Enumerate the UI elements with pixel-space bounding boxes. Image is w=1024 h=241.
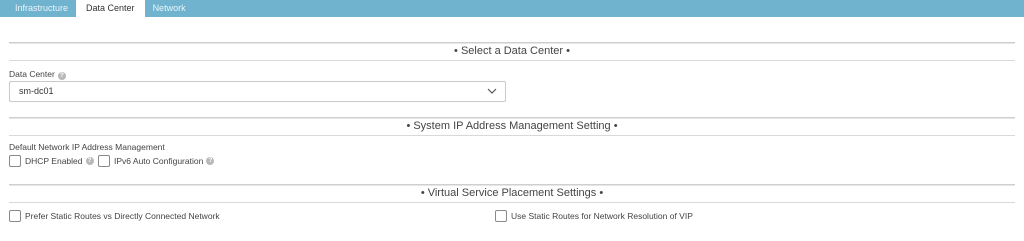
ipv6-auto-config-row: IPv6 Auto Configuration ?	[98, 155, 215, 167]
use-static-routes-checkbox[interactable]	[495, 210, 507, 222]
tab-infrastructure[interactable]: Infrastructure	[0, 0, 76, 17]
dhcp-enabled-row: DHCP Enabled ?	[9, 155, 94, 167]
data-center-label-text: Data Center	[9, 69, 55, 79]
ipv6-auto-config-label: IPv6 Auto Configuration	[114, 156, 204, 166]
data-center-label: Data Center?	[9, 69, 66, 80]
prefer-static-routes-label: Prefer Static Routes vs Directly Connect…	[25, 211, 220, 221]
prefer-static-routes-checkbox[interactable]	[9, 210, 21, 222]
dhcp-enabled-label: DHCP Enabled	[25, 156, 83, 166]
data-center-select-value: sm-dc01	[19, 86, 54, 96]
chevron-down-icon	[487, 88, 497, 94]
data-center-select[interactable]: sm-dc01	[9, 81, 506, 102]
tab-bar: Infrastructure Data Center Network	[0, 0, 1024, 17]
question-circle-icon[interactable]: ?	[85, 157, 94, 165]
ipv6-auto-config-checkbox[interactable]	[98, 155, 110, 167]
default-ip-management-label: Default Network IP Address Management	[9, 142, 165, 152]
question-circle-icon[interactable]: ?	[57, 72, 66, 80]
prefer-static-routes-row: Prefer Static Routes vs Directly Connect…	[9, 210, 220, 222]
tab-network[interactable]: Network	[145, 0, 194, 17]
section-header-ip-management: • System IP Address Management Setting •	[9, 117, 1015, 136]
dhcp-enabled-checkbox[interactable]	[9, 155, 21, 167]
section-header-placement: • Virtual Service Placement Settings •	[9, 184, 1015, 203]
use-static-routes-row: Use Static Routes for Network Resolution…	[495, 210, 693, 222]
use-static-routes-label: Use Static Routes for Network Resolution…	[511, 211, 693, 221]
question-circle-icon[interactable]: ?	[206, 157, 215, 165]
section-header-data-center: • Select a Data Center •	[9, 42, 1015, 61]
tab-data-center[interactable]: Data Center	[76, 0, 145, 17]
